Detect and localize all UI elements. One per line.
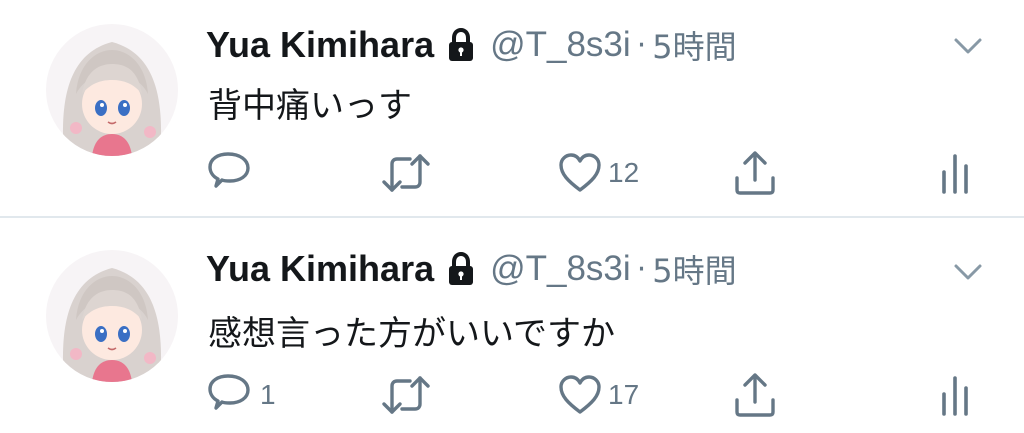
action-bar: 1 17 — [0, 370, 1024, 420]
retweet-icon — [380, 372, 432, 418]
tweet-text: 背中痛いっす — [208, 86, 412, 126]
separator-dot: · — [636, 27, 647, 63]
timestamp[interactable]: 5時間 — [652, 22, 736, 68]
lock-icon — [446, 27, 476, 63]
retweet-button[interactable] — [380, 148, 432, 198]
like-button[interactable]: 17 — [558, 370, 639, 420]
analytics-button[interactable] — [938, 148, 972, 198]
lock-icon — [446, 251, 476, 287]
reply-count: 1 — [260, 379, 276, 410]
like-icon — [558, 374, 602, 416]
action-bar: 12 — [0, 148, 1024, 198]
like-button[interactable]: 12 — [558, 148, 639, 198]
display-name[interactable]: Yua Kimihara — [206, 248, 434, 290]
caret-down-icon[interactable] — [950, 34, 986, 58]
timestamp[interactable]: 5時間 — [652, 246, 736, 292]
tweet-header: Yua Kimihara @T_8s3i · 5時間 — [206, 22, 737, 68]
analytics-button[interactable] — [938, 370, 972, 420]
display-name[interactable]: Yua Kimihara — [206, 24, 434, 66]
retweet-icon — [380, 150, 432, 196]
share-button[interactable] — [732, 148, 778, 198]
reply-icon — [206, 150, 254, 196]
avatar-image — [46, 24, 178, 156]
like-icon — [558, 152, 602, 194]
tweet[interactable]: Yua Kimihara @T_8s3i · 5時間 背中痛いっす 12 — [0, 0, 1024, 216]
reply-button[interactable]: 1 — [206, 370, 276, 420]
share-icon — [732, 150, 778, 196]
reply-icon — [206, 372, 254, 418]
username-handle[interactable]: @T_8s3i — [490, 249, 631, 289]
avatar-image — [46, 250, 178, 382]
username-handle[interactable]: @T_8s3i — [490, 25, 631, 65]
share-icon — [732, 372, 778, 418]
reply-button[interactable] — [206, 148, 260, 198]
like-count: 17 — [608, 379, 640, 410]
avatar[interactable] — [46, 24, 178, 156]
tweet-header: Yua Kimihara @T_8s3i · 5時間 — [206, 246, 737, 292]
retweet-button[interactable] — [380, 370, 432, 420]
analytics-icon — [938, 372, 972, 418]
avatar[interactable] — [46, 250, 178, 382]
share-button[interactable] — [732, 370, 778, 420]
caret-down-icon[interactable] — [950, 260, 986, 284]
like-count: 12 — [608, 157, 640, 188]
analytics-icon — [938, 150, 972, 196]
tweet-text: 感想言った方がいいですか — [208, 314, 615, 354]
tweet[interactable]: Yua Kimihara @T_8s3i · 5時間 感想言った方がいいですか — [0, 218, 1024, 433]
separator-dot: · — [636, 251, 647, 287]
